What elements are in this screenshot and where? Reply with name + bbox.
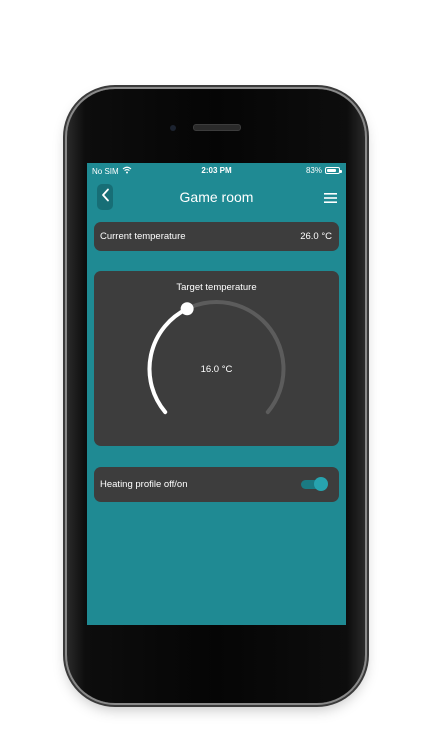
app-screen: No SIM 2:03 PM 83% Game room Current tem… [87,163,346,625]
page: No SIM 2:03 PM 83% Game room Current tem… [0,0,422,750]
page-title: Game room [179,189,254,205]
phone-chin [87,625,346,685]
target-temperature-dial[interactable] [94,271,339,446]
hamburger-menu-icon [324,191,337,208]
dial-progress [147,306,190,415]
current-temperature-card: Current temperature 26.0 °C [94,222,339,251]
chevron-left-icon [101,188,110,207]
battery-fill [327,169,337,172]
back-button[interactable] [97,184,113,210]
menu-button[interactable] [324,191,337,204]
heating-profile-card: Heating profile off/on [94,467,339,502]
status-right: 83% [305,166,342,175]
front-camera [170,125,176,131]
earpiece-speaker [193,124,241,131]
nav-bar: Game room [87,180,346,216]
heating-profile-label: Heating profile off/on [100,479,188,490]
status-bar: No SIM 2:03 PM 83% [87,163,346,178]
target-temperature-card: Target temperature 16.0 °C [94,271,339,446]
target-temperature-value: 16.0 °C [200,364,233,375]
current-temperature-label: Current temperature [100,231,186,242]
battery-percent: 83% [305,166,322,175]
battery-icon [325,167,342,174]
heating-profile-toggle[interactable] [301,477,328,491]
dial-knob[interactable] [180,302,194,316]
toggle-knob [314,477,328,491]
current-temperature-value: 26.0 °C [300,231,332,242]
